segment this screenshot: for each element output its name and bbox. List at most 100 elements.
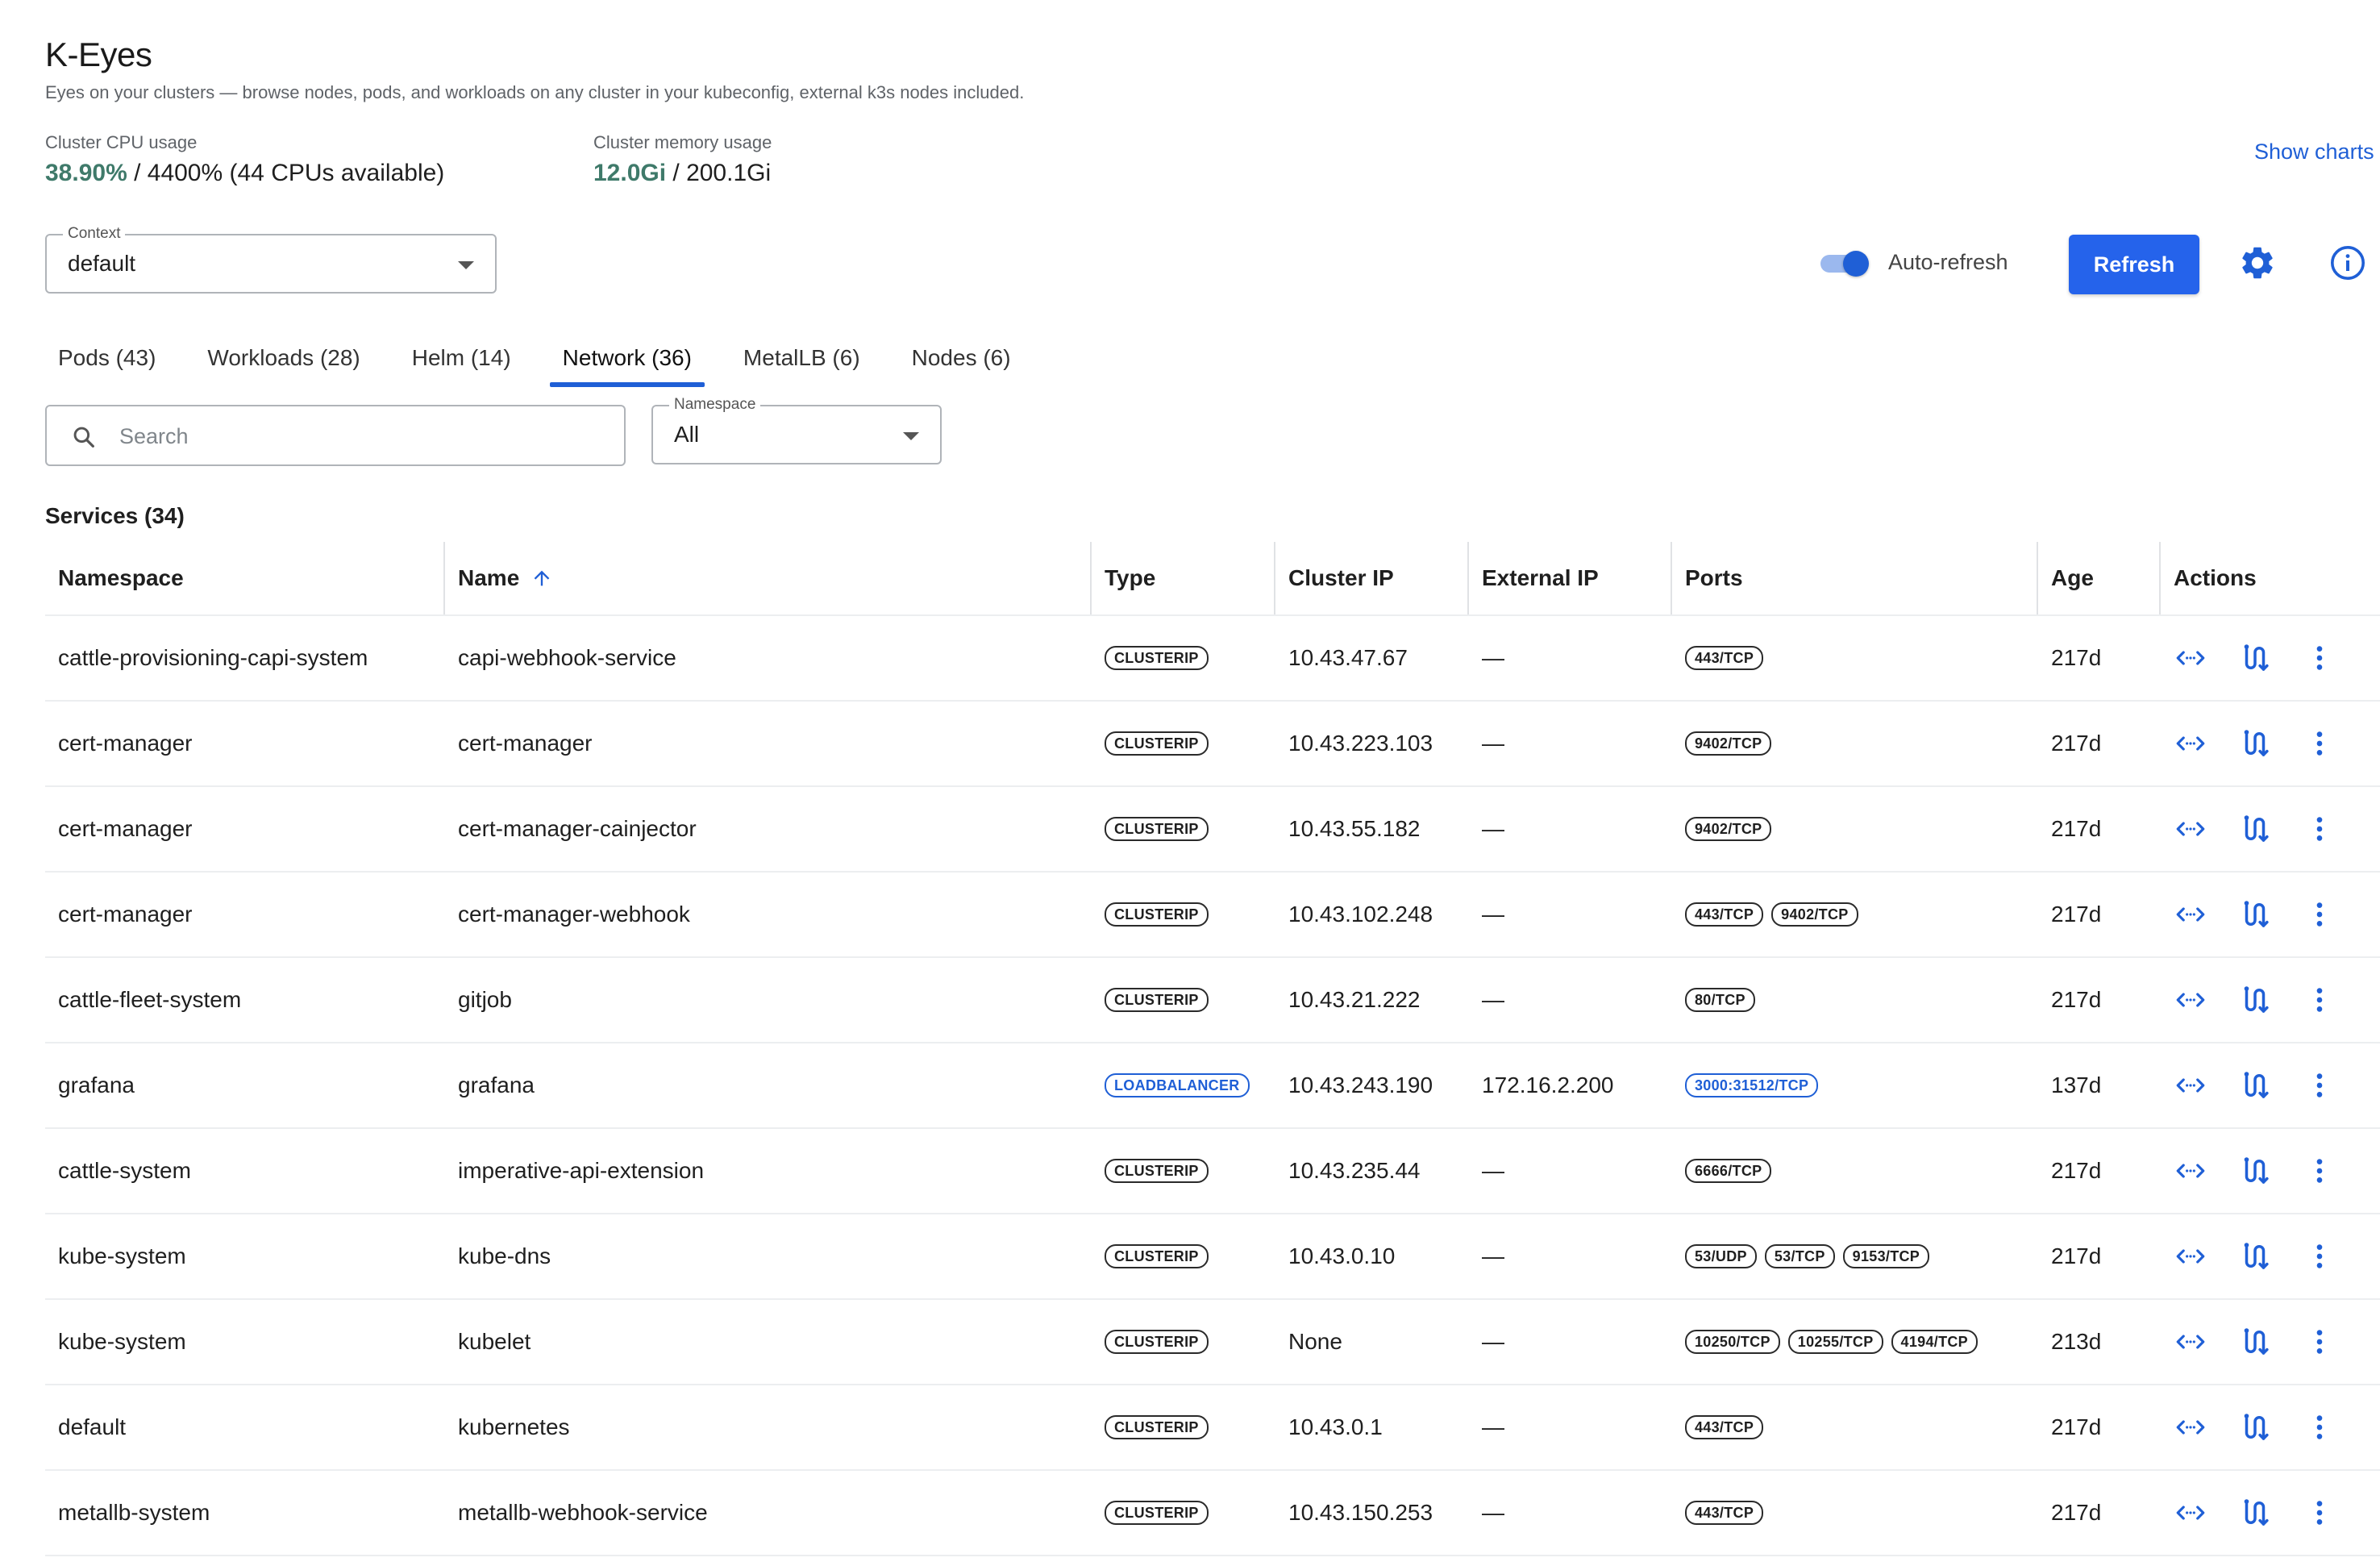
port-forward-button[interactable] [2174, 1410, 2207, 1444]
port-forward-button[interactable] [2174, 1496, 2207, 1530]
cell-cluster-ip: 10.43.235.44 [1288, 1158, 1421, 1183]
cell-actions [2161, 1300, 2380, 1384]
table-row[interactable]: grafana grafana LOADBALANCER 10.43.243.190 1… [45, 1043, 2380, 1129]
routes-button[interactable] [2238, 1410, 2272, 1444]
type-chip: CLUSTERIP [1105, 1415, 1209, 1439]
cell-actions [2161, 873, 2380, 956]
cell-ports: 443/TCP 9402/TCP [1672, 873, 2038, 956]
routes-button[interactable] [2238, 641, 2272, 675]
routes-button[interactable] [2238, 1496, 2272, 1530]
table-row[interactable]: default kubernetes CLUSTERIP 10.43.0.1 — 443/… [45, 1385, 2380, 1471]
more-actions-button[interactable] [2303, 898, 2336, 931]
cell-namespace: cert-manager [58, 731, 193, 756]
table-header: Namespace Name Type Cluster IP External … [45, 542, 2380, 616]
more-actions-button[interactable] [2303, 983, 2336, 1017]
routes-button[interactable] [2238, 1068, 2272, 1102]
port-forward-button[interactable] [2174, 641, 2207, 675]
routes-button[interactable] [2238, 1239, 2272, 1273]
cell-age: 217d [2051, 1243, 2102, 1268]
tab-metallb[interactable]: MetalLB (6) [730, 339, 873, 387]
port-forward-button[interactable] [2174, 1068, 2207, 1102]
chevron-down-icon [458, 261, 474, 269]
settings-button[interactable] [2238, 244, 2277, 282]
cell-age: 217d [2051, 987, 2102, 1012]
search-input[interactable] [119, 418, 603, 455]
cell-cluster-ip: 10.43.150.253 [1288, 1500, 1433, 1525]
routes-button[interactable] [2238, 727, 2272, 760]
cell-cluster-ip: 10.43.55.182 [1288, 816, 1421, 841]
more-vert-icon [2303, 1154, 2336, 1188]
more-actions-button[interactable] [2303, 1239, 2336, 1273]
context-select[interactable]: Context default [45, 224, 497, 294]
cell-name: kube-dns [458, 1243, 551, 1268]
table-row[interactable]: kube-system kubelet CLUSTERIP None — 10250/TC… [45, 1300, 2380, 1385]
more-actions-button[interactable] [2303, 812, 2336, 846]
tab-pods[interactable]: Pods (43) [45, 339, 169, 387]
more-actions-button[interactable] [2303, 1068, 2336, 1102]
table-row[interactable]: cert-manager cert-manager CLUSTERIP 10.43.2… [45, 702, 2380, 787]
routes-button[interactable] [2238, 1154, 2272, 1188]
show-charts-link[interactable]: Show charts [2254, 140, 2374, 165]
column-header-namespace[interactable]: Namespace [45, 542, 445, 614]
routes-button[interactable] [2238, 983, 2272, 1017]
cell-type: CLUSTERIP [1092, 958, 1275, 1042]
auto-refresh-toggle[interactable] [1820, 250, 1869, 277]
cell-ports: 443/TCP [1672, 1385, 2038, 1469]
tab-nodes[interactable]: Nodes (6) [899, 339, 1024, 387]
refresh-button[interactable]: Refresh [2069, 235, 2199, 294]
routes-button[interactable] [2238, 812, 2272, 846]
routes-button[interactable] [2238, 1325, 2272, 1359]
table-row[interactable]: kube-system kube-dns CLUSTERIP 10.43.0.10 — 5… [45, 1214, 2380, 1300]
table-row[interactable]: metallb-system metallb-webhook-service CLU… [45, 1471, 2380, 1556]
search-icon [73, 427, 94, 448]
type-chip: CLUSTERIP [1105, 1159, 1209, 1183]
column-header-cluster-ip[interactable]: Cluster IP [1275, 542, 1469, 614]
port-forward-button[interactable] [2174, 727, 2207, 760]
port-forward-button[interactable] [2174, 1239, 2207, 1273]
port-forward-button[interactable] [2174, 1325, 2207, 1359]
table-row[interactable]: cattle-provisioning-capi-system capi-webh… [45, 616, 2380, 702]
routes-icon [2238, 983, 2272, 1017]
table-row[interactable]: cert-manager cert-manager-webhook CLUSTERI… [45, 873, 2380, 958]
table-row[interactable]: cattle-fleet-system gitjob CLUSTERIP 10.43.… [45, 958, 2380, 1043]
more-vert-icon [2303, 641, 2336, 675]
column-header-age[interactable]: Age [2038, 542, 2161, 614]
column-header-type[interactable]: Type [1092, 542, 1275, 614]
memory-metric-value: 12.0Gi / 200.1Gi [593, 160, 772, 187]
type-chip: LOADBALANCER [1105, 1073, 1250, 1097]
tab-helm[interactable]: Helm (14) [399, 339, 524, 387]
gear-icon [2242, 247, 2273, 279]
more-actions-button[interactable] [2303, 1496, 2336, 1530]
cell-namespace: cattle-fleet-system [58, 987, 242, 1012]
port-forward-button[interactable] [2174, 812, 2207, 846]
routes-icon [2238, 1496, 2272, 1530]
more-actions-button[interactable] [2303, 1410, 2336, 1444]
cell-name: gitjob [458, 987, 512, 1012]
more-actions-button[interactable] [2303, 1154, 2336, 1188]
table-row[interactable]: cattle-system imperative-api-extension CLU… [45, 1129, 2380, 1214]
more-actions-button[interactable] [2303, 1325, 2336, 1359]
routes-icon [2238, 812, 2272, 846]
port-forward-button[interactable] [2174, 1154, 2207, 1188]
info-button[interactable] [2328, 244, 2367, 282]
more-actions-button[interactable] [2303, 727, 2336, 760]
port-forward-button[interactable] [2174, 898, 2207, 931]
tab-workloads[interactable]: Workloads (28) [194, 339, 372, 387]
column-header-external-ip[interactable]: External IP [1469, 542, 1672, 614]
resource-tabs: Pods (43) Workloads (28) Helm (14) Network … [45, 339, 1050, 387]
search-field[interactable] [45, 405, 626, 466]
cell-actions [2161, 1214, 2380, 1298]
column-header-name[interactable]: Name [445, 542, 1092, 614]
port-forward-icon [2174, 727, 2207, 760]
tab-network[interactable]: Network (36) [549, 339, 705, 387]
type-chip: CLUSTERIP [1105, 1330, 1209, 1354]
more-actions-button[interactable] [2303, 641, 2336, 675]
port-forward-button[interactable] [2174, 983, 2207, 1017]
table-row[interactable]: cert-manager cert-manager-cainjector CLUST… [45, 787, 2380, 873]
routes-button[interactable] [2238, 898, 2272, 931]
namespace-select[interactable]: Namespace All [651, 395, 942, 464]
toggle-thumb [1843, 251, 1869, 277]
port-forward-icon [2174, 1410, 2207, 1444]
cell-cluster-ip: 10.43.243.190 [1288, 1072, 1433, 1097]
column-header-ports[interactable]: Ports [1672, 542, 2038, 614]
